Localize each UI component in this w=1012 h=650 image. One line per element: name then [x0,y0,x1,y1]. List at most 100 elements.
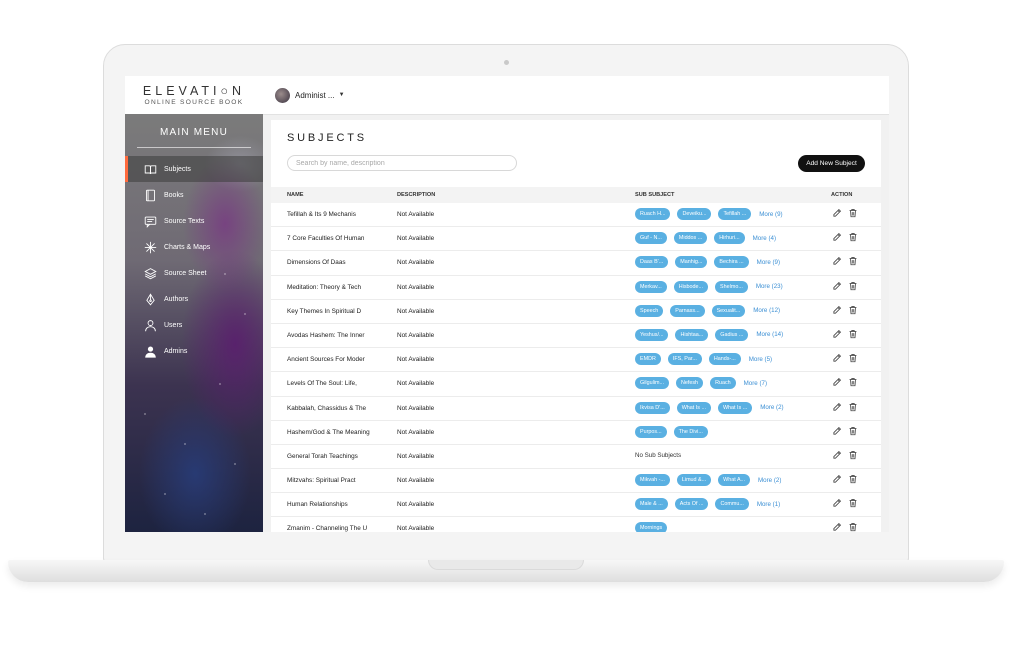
edit-pencil-icon[interactable] [832,329,842,339]
sub-subject-chip[interactable]: Purpos... [635,425,667,438]
edit-pencil-icon[interactable] [832,281,842,291]
sub-subject-chip[interactable]: Ruach H... [635,208,671,220]
subject-name[interactable]: Levels Of The Soul: Life, [287,380,357,387]
avatar[interactable] [275,87,290,103]
delete-trash-icon[interactable] [848,474,858,484]
subject-name[interactable]: Avodas Hashem: The Inner [287,332,365,339]
subject-name[interactable]: Ancient Sources For Moder [287,356,365,363]
delete-trash-icon[interactable] [848,522,858,532]
sub-subject-chip[interactable]: Bechira ... [714,256,749,269]
delete-trash-icon[interactable] [848,353,858,363]
edit-pencil-icon[interactable] [832,450,842,460]
more-sub-subjects-link[interactable]: More (2) [758,477,781,484]
edit-pencil-icon[interactable] [832,353,842,363]
sidebar-item-users[interactable]: Users [125,312,263,338]
sub-subject-chip[interactable]: What Is ... [676,401,711,414]
sidebar-item-subjects[interactable]: Subjects [125,156,263,182]
sub-subject-chip[interactable]: Yeshus/... [635,328,669,341]
table-row[interactable]: Human Relationships Not Available Male & .… [271,493,881,518]
sub-subject-chip[interactable]: Middos ... [673,232,708,245]
delete-trash-icon[interactable] [848,256,858,266]
table-row[interactable]: Levels Of The Soul: Life, Not Available Gi… [271,372,881,397]
more-sub-subjects-link[interactable]: More (4) [753,235,776,242]
table-row[interactable]: General Torah Teachings Not Available No S… [271,445,881,470]
sidebar-item-authors[interactable]: Authors [125,286,263,312]
delete-trash-icon[interactable] [848,450,858,460]
sub-subject-chip[interactable]: Hishtaa... [675,328,709,341]
table-row[interactable]: Ancient Sources For Moder Not Available EM… [271,348,881,373]
sub-subject-chip[interactable]: Hands-... [708,353,741,366]
more-sub-subjects-link[interactable]: More (12) [753,307,780,314]
search-input[interactable] [287,155,517,171]
sub-subject-chip[interactable]: What A... [718,474,751,487]
table-row[interactable]: Meditation: Theory & Tech Not Available Me… [271,276,881,300]
sub-subject-chip[interactable]: Mornings [635,522,668,532]
delete-trash-icon[interactable] [848,281,858,291]
sub-subject-chip[interactable]: Commu... [715,498,749,511]
sub-subject-chip[interactable]: Limud &... [676,474,712,487]
sub-subject-chip[interactable]: Deveiku... [677,208,712,220]
sub-subject-chip[interactable]: Daas B'... [635,256,669,269]
sub-subject-chip[interactable]: Hirhuri... [714,232,745,245]
table-row[interactable]: 7 Core Faculties Of Human Not Available Gu… [271,227,881,252]
sidebar-item-books[interactable]: Books [125,182,263,208]
delete-trash-icon[interactable] [848,305,858,315]
more-sub-subjects-link[interactable]: More (9) [757,259,780,266]
edit-pencil-icon[interactable] [832,402,842,412]
delete-trash-icon[interactable] [848,232,858,242]
sub-subject-chip[interactable]: Ruach [710,377,736,390]
sub-subject-chip[interactable]: Guf - N... [635,232,667,245]
sub-subject-chip[interactable]: Male & ... [635,498,668,511]
more-sub-subjects-link[interactable]: More (5) [749,356,772,363]
edit-pencil-icon[interactable] [832,232,842,242]
sidebar-item-charts-maps[interactable]: Charts & Maps [125,234,263,260]
edit-pencil-icon[interactable] [832,522,842,532]
app-logo[interactable]: ELEVATI○N ONLINE SOURCE BOOK [125,76,263,115]
edit-pencil-icon[interactable] [832,377,842,387]
delete-trash-icon[interactable] [848,426,858,436]
table-row[interactable]: Avodas Hashem: The Inner Not Available Yes… [271,324,881,349]
sub-subject-chip[interactable]: EMDR [635,353,661,366]
more-sub-subjects-link[interactable]: More (7) [744,380,767,387]
more-sub-subjects-link[interactable]: More (2) [760,404,783,411]
more-sub-subjects-link[interactable]: More (23) [756,283,783,290]
subject-name[interactable]: Mitzvahs: Spiritual Pract [287,477,356,484]
sub-subject-chip[interactable]: Nefesh [675,377,704,390]
sub-subject-chip[interactable]: Sexualit... [711,304,746,317]
user-menu-name[interactable]: Administ ... [295,91,335,100]
subject-name[interactable]: Hashem/God & The Meaning [287,429,370,436]
table-row[interactable]: Dimensions Of Daas Not Available Daas B'..… [271,251,881,276]
more-sub-subjects-link[interactable]: More (1) [757,501,780,508]
edit-pencil-icon[interactable] [832,498,842,508]
subject-name[interactable]: Dimensions Of Daas [287,259,346,266]
table-row[interactable]: Tefillah & Its 9 Mechanis Not Available Ru… [271,203,881,228]
sub-subject-chip[interactable]: Speech [635,304,664,317]
sub-subject-chip[interactable]: IFS, Par... [667,353,702,366]
subject-name[interactable]: Tefillah & Its 9 Mechanis [287,211,356,218]
sidebar-item-source-sheet[interactable]: Source Sheet [125,260,263,286]
more-sub-subjects-link[interactable]: More (9) [759,211,782,218]
delete-trash-icon[interactable] [848,498,858,508]
table-row[interactable]: Zmanim - Channeling The U Not Available Mo… [271,517,881,532]
edit-pencil-icon[interactable] [832,208,842,218]
sub-subject-chip[interactable]: Parnass... [670,304,705,317]
subject-name[interactable]: 7 Core Faculties Of Human [287,235,364,242]
more-sub-subjects-link[interactable]: More (14) [756,331,783,338]
sub-subject-chip[interactable]: Acts Of ... [674,498,709,511]
sub-subject-chip[interactable]: Ikvisa D'... [635,401,670,414]
delete-trash-icon[interactable] [848,329,858,339]
sidebar-item-source-texts[interactable]: Source Texts [125,208,263,234]
subject-name[interactable]: General Torah Teachings [287,453,358,460]
delete-trash-icon[interactable] [848,208,858,218]
sub-subject-chip[interactable]: Shelmo... [715,280,748,293]
sub-subject-chip[interactable]: Gadius ... [715,328,749,341]
edit-pencil-icon[interactable] [832,256,842,266]
table-row[interactable]: Key Themes In Spiritual D Not Available Sp… [271,300,881,324]
subject-name[interactable]: Human Relationships [287,501,348,508]
sub-subject-chip[interactable]: What Is ... [717,401,753,414]
delete-trash-icon[interactable] [848,377,858,387]
edit-pencil-icon[interactable] [832,305,842,315]
add-new-subject-button[interactable]: Add New Subject [798,155,865,172]
edit-pencil-icon[interactable] [832,474,842,484]
table-row[interactable]: Kabbalah, Chassidus & The Not Available Ik… [271,397,881,421]
